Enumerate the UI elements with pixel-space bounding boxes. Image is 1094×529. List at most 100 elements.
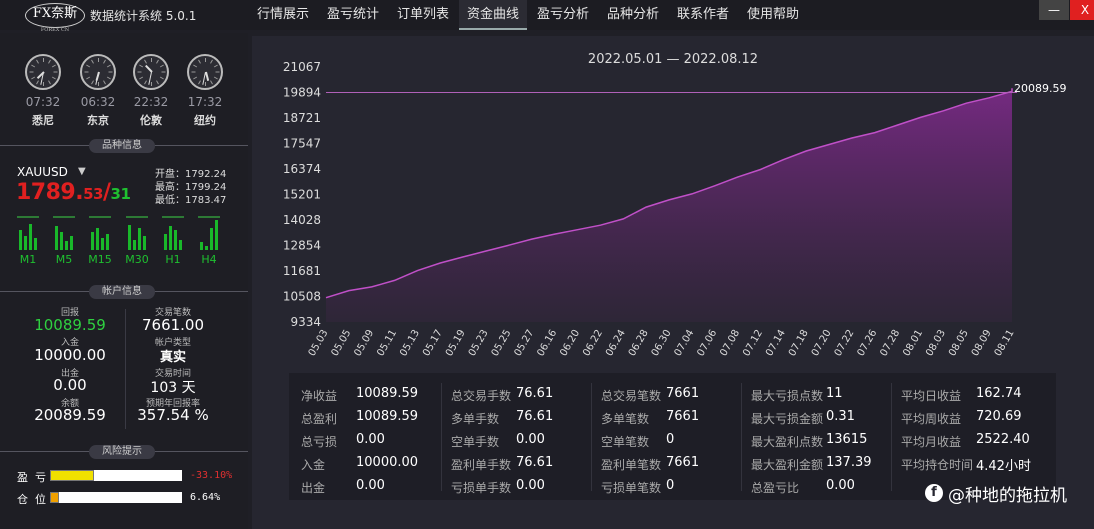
timeframe-strength-icon[interactable] xyxy=(198,216,220,250)
stat-label: 最大盈利金额 xyxy=(751,458,824,472)
x-tick-label: 07.18 xyxy=(787,328,811,358)
x-tick-label: 08.01 xyxy=(901,328,925,358)
clock-tick xyxy=(198,59,201,64)
clock-tick xyxy=(193,64,198,68)
stat-value: 76.61 xyxy=(516,409,554,424)
clock-tick xyxy=(191,71,196,73)
timeframe-M15[interactable]: M15 xyxy=(87,253,113,266)
bar-cap xyxy=(89,216,111,218)
x-tick-label: 08.09 xyxy=(970,328,994,358)
stat-value: 7661 xyxy=(666,409,700,424)
clock-tick xyxy=(91,80,94,85)
strength-bar xyxy=(143,236,146,250)
timeframe-H1[interactable]: H1 xyxy=(160,253,186,266)
bar-cap xyxy=(198,216,220,218)
clock-tick xyxy=(29,71,34,73)
risk-bar xyxy=(50,492,182,503)
clock-face-icon xyxy=(25,54,61,90)
close-button[interactable]: X xyxy=(1070,0,1094,20)
x-tick-label: 07.04 xyxy=(673,328,697,358)
equity-curve-panel: 2022.05.01 — 2022.08.12 9334 10508 11681 12… xyxy=(252,36,1094,529)
facebook-icon: f xyxy=(925,484,943,502)
x-tick-label: 05.09 xyxy=(352,328,376,358)
divider xyxy=(591,383,592,491)
clock-tick xyxy=(36,59,39,64)
app-logo: FX奈斯 FOREX CN xyxy=(25,3,85,33)
timeframe-strength-icon[interactable] xyxy=(89,216,111,250)
stat-label: 总交易笔数 xyxy=(601,389,662,403)
stat-value: 0.31 xyxy=(826,409,855,424)
nav-tab-1[interactable]: 盈亏统计 xyxy=(319,0,387,30)
x-tick-label: 06.28 xyxy=(627,328,651,358)
clock-tick xyxy=(98,82,99,86)
stat-value: 0 xyxy=(666,478,675,493)
nav-tab-6[interactable]: 联系作者 xyxy=(669,0,737,30)
stat-label: 最大亏损金额 xyxy=(751,412,824,426)
clock-tick xyxy=(213,64,218,68)
strength-bar xyxy=(169,226,172,250)
stat-value: 0 xyxy=(666,432,675,447)
stat-label: 盈利单手数 xyxy=(451,458,512,472)
clock-tick xyxy=(43,82,44,86)
x-tick-label: 05.05 xyxy=(330,328,354,358)
equity-area xyxy=(326,88,1012,322)
x-tick-label: 06.16 xyxy=(535,328,559,358)
risk-value: -33.10% xyxy=(190,470,233,481)
stat-value: 137.39 xyxy=(826,455,872,470)
x-tick-label: 08.05 xyxy=(947,328,971,358)
clock-tick xyxy=(106,64,111,68)
symbol-section-header: 品种信息 xyxy=(0,139,248,153)
deposit-value: 10000.00 xyxy=(34,346,106,364)
clock-city: 东京 xyxy=(87,114,109,127)
nav-tab-5[interactable]: 品种分析 xyxy=(599,0,667,30)
divider xyxy=(441,383,442,491)
clock-time: 17:32 xyxy=(187,95,223,109)
nav-tab-3[interactable]: 资金曲线 xyxy=(459,0,527,30)
x-tick-label: 07.26 xyxy=(856,328,880,358)
y-tick-label: 10508 xyxy=(283,289,321,303)
symbol-select[interactable]: XAUUSD xyxy=(17,165,68,179)
timeframe-H4[interactable]: H4 xyxy=(196,253,222,266)
timeframe-strength-icon[interactable] xyxy=(126,216,148,250)
clock-tick xyxy=(31,76,36,80)
nav-tab-4[interactable]: 盈亏分析 xyxy=(529,0,597,30)
stat-label: 空单笔数 xyxy=(601,435,650,449)
stat-value: 720.69 xyxy=(976,409,1022,424)
x-tick-label: 05.23 xyxy=(467,328,491,358)
timeframe-strength-icon[interactable] xyxy=(53,216,75,250)
clock-tick xyxy=(144,80,147,85)
timeframe-strength-icon[interactable] xyxy=(162,216,184,250)
minimize-button[interactable]: — xyxy=(1039,0,1069,20)
nav-tab-7[interactable]: 使用帮助 xyxy=(739,0,807,30)
x-tick-label: 05.13 xyxy=(398,328,422,358)
strength-bar xyxy=(19,230,22,250)
y-tick-label: 14028 xyxy=(283,213,321,227)
x-tick-label: 08.11 xyxy=(993,328,1017,358)
chevron-down-icon[interactable]: ▼ xyxy=(78,166,86,177)
timeframe-M5[interactable]: M5 xyxy=(51,253,77,266)
divider xyxy=(741,383,742,491)
stat-label: 总亏损 xyxy=(301,435,338,449)
clock-tick xyxy=(86,64,91,68)
x-tick-label: 07.06 xyxy=(695,328,719,358)
clock-time: 07:32 xyxy=(25,95,61,109)
x-tick-label: 07.22 xyxy=(833,328,857,358)
nav-tab-2[interactable]: 订单列表 xyxy=(389,0,457,30)
x-tick-label: 06.30 xyxy=(650,328,674,358)
clock-tick xyxy=(36,80,39,85)
nav-tab-0[interactable]: 行情展示 xyxy=(249,0,317,30)
timeframe-strength-icon[interactable] xyxy=(17,216,39,250)
clock-tick xyxy=(53,71,58,73)
clock-city: 纽约 xyxy=(194,114,216,127)
timeframe-M30[interactable]: M30 xyxy=(124,253,150,266)
timeframe-M1[interactable]: M1 xyxy=(15,253,41,266)
y-tick-label: 18721 xyxy=(283,111,321,125)
stat-label: 平均日收益 xyxy=(901,389,962,403)
stat-value: 4.42小时 xyxy=(976,459,1031,474)
y-tick-label: 11681 xyxy=(283,264,321,278)
clock-tick xyxy=(91,59,94,64)
stat-value: 11 xyxy=(826,386,843,401)
clock-tick xyxy=(98,58,99,62)
strength-bar xyxy=(200,242,203,250)
stat-value: 7661 xyxy=(666,455,700,470)
